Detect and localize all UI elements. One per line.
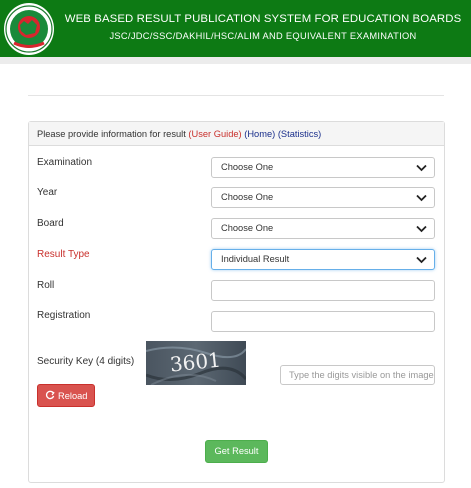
chevron-down-icon [416,194,427,202]
year-select[interactable]: Choose One [211,187,435,208]
header-shadow-strip [0,57,471,64]
site-title: WEB BASED RESULT PUBLICATION SYSTEM FOR … [64,13,462,25]
result-type-label: Result Type [37,249,90,260]
panel-intro-text: Please provide information for result [37,129,186,139]
divider [28,95,444,96]
examination-select[interactable]: Choose One [211,157,435,178]
chevron-down-icon [416,256,427,264]
get-result-button[interactable]: Get Result [205,440,268,463]
year-selected-value: Choose One [221,192,274,202]
chevron-down-icon [416,164,427,172]
examination-label: Examination [37,157,93,168]
year-label: Year [37,187,58,198]
site-header: WEB BASED RESULT PUBLICATION SYSTEM FOR … [0,0,471,57]
panel-heading: Please provide information for result (U… [29,122,444,146]
board-select[interactable]: Choose One [211,218,435,239]
user-guide-link[interactable]: (User Guide) [188,129,241,139]
reload-captcha-button[interactable]: Reload [37,384,95,407]
registration-input[interactable] [211,311,435,332]
security-key-placeholder: Type the digits visible on the image [289,370,434,380]
security-key-input[interactable]: Type the digits visible on the image [280,365,435,385]
examination-selected-value: Choose One [221,162,274,172]
govt-emblem-logo [4,3,54,55]
result-type-selected-value: Individual Result [221,254,290,264]
reload-label: Reload [58,391,88,401]
board-selected-value: Choose One [221,223,274,233]
registration-label: Registration [37,310,91,321]
emblem-icon [5,5,53,53]
roll-input[interactable] [211,280,435,301]
board-label: Board [37,218,64,229]
home-link[interactable]: (Home) [244,129,275,139]
refresh-icon [45,390,55,400]
site-subtitle: JSC/JDC/SSC/DAKHIL/HSC/ALIM AND EQUIVALE… [109,31,417,41]
captcha-image: 3601 [146,341,246,385]
security-key-label: Security Key (4 digits) [37,356,135,367]
statistics-link[interactable]: (Statistics) [278,129,321,139]
result-type-select[interactable]: Individual Result [211,249,435,270]
chevron-down-icon [416,225,427,233]
roll-label: Roll [37,280,55,291]
